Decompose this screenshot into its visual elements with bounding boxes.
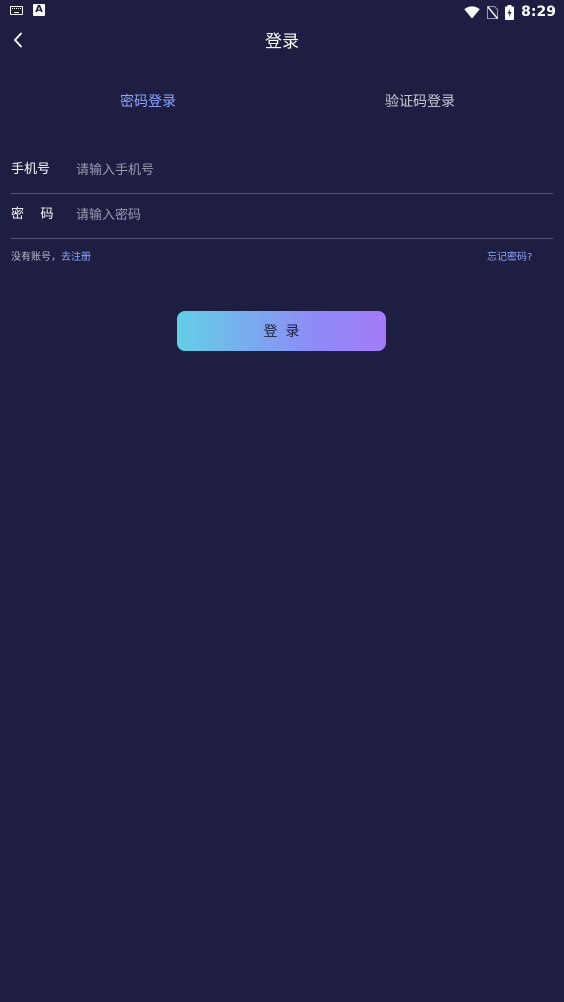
status-bar: A 8:29 (0, 0, 564, 24)
password-input[interactable] (76, 203, 536, 227)
register-line: 没有账号，去注册 (11, 250, 91, 266)
status-right-icons: 8:29 (464, 2, 556, 22)
keyboard-icon (10, 5, 23, 15)
wifi-icon (464, 5, 480, 18)
register-prefix: 没有账号， (11, 252, 61, 263)
login-button-label: 登录 (263, 324, 308, 340)
forgot-password-link[interactable]: 忘记密码? (487, 250, 532, 266)
login-button[interactable]: 登录 (177, 311, 386, 351)
no-sim-icon (487, 5, 499, 19)
phone-field-row: 手机号 (11, 149, 553, 194)
status-left-icons: A (10, 4, 45, 16)
status-time: 8:29 (521, 4, 556, 20)
battery-charging-icon (505, 4, 515, 20)
register-link[interactable]: 去注册 (61, 252, 91, 263)
a-notification-icon: A (33, 4, 45, 16)
phone-label: 手机号 (11, 162, 51, 177)
password-label: 密 码 (11, 207, 54, 222)
tab-code-login[interactable]: 验证码登录 (385, 92, 455, 112)
page-title: 登录 (265, 32, 299, 52)
tab-password-login[interactable]: 密码登录 (120, 92, 176, 112)
password-field-row: 密 码 (11, 194, 553, 239)
phone-input[interactable] (76, 158, 536, 182)
